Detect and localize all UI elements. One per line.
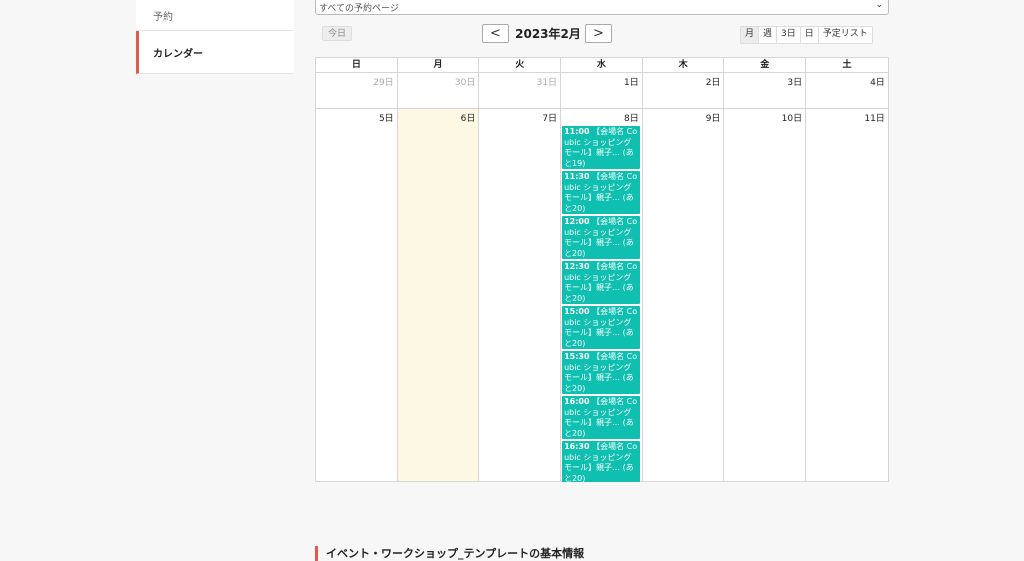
day-cell[interactable]: 8日 11:00 【会場名 Coubic ショッピングモール】親子… (あと19…	[561, 109, 643, 482]
weekday-sun: 日	[316, 58, 398, 72]
weekday-tue: 火	[479, 58, 562, 72]
chevron-right-icon: >	[593, 26, 604, 41]
event-time: 11:30	[564, 172, 590, 181]
event-time: 12:30	[564, 262, 590, 271]
day-cell-today[interactable]: 6日	[397, 109, 480, 481]
calendar-title: 2023年2月	[515, 27, 581, 41]
day-cell[interactable]: 5日	[316, 109, 398, 481]
view-week-button[interactable]: 週	[759, 27, 778, 43]
day-cell[interactable]: 10日	[724, 109, 807, 481]
calendar-toolbar: 今日 < 2023年2月 > 月 週 3日 日 予定リスト	[315, 24, 889, 44]
next-month-button[interactable]: >	[585, 24, 612, 43]
calendar-event[interactable]: 15:30 【会場名 Coubic ショッピングモール】親子… (あと20)	[562, 351, 641, 394]
sidebar-item-label: 予約	[153, 11, 173, 23]
day-number: 29日	[373, 78, 394, 88]
event-time: 15:30	[564, 352, 590, 361]
day-number: 2日	[705, 78, 721, 88]
weekday-wed: 水	[561, 58, 643, 72]
weekday-fri: 金	[724, 58, 807, 72]
day-cell[interactable]: 29日	[316, 73, 398, 108]
day-number: 31日	[536, 78, 558, 88]
calendar-event[interactable]: 12:00 【会場名 Coubic ショッピングモール】親子… (あと20)	[562, 216, 641, 259]
calendar-event[interactable]: 15:00 【会場名 Coubic ショッピングモール】親子… (あと20)	[562, 306, 641, 349]
day-number: 8日	[624, 114, 639, 124]
day-cell[interactable]: 4日	[806, 73, 888, 108]
day-number: 5日	[378, 114, 394, 124]
event-list: 11:00 【会場名 Coubic ショッピングモール】親子… (あと19) 1…	[562, 126, 641, 482]
view-month-button[interactable]: 月	[741, 27, 760, 43]
calendar-event[interactable]: 12:30 【会場名 Coubic ショッピングモール】親子… (あと20)	[562, 261, 641, 304]
weekday-sat: 土	[842, 60, 852, 70]
sidebar-item-calendar[interactable]: カレンダー	[136, 31, 294, 74]
day-cell[interactable]: 1日	[561, 73, 643, 108]
day-number: 10日	[781, 114, 803, 124]
weekday-thu: 木	[643, 58, 725, 72]
day-cell[interactable]: 11日	[806, 109, 888, 481]
day-number: 9日	[705, 114, 721, 124]
day-cell[interactable]: 30日	[398, 73, 480, 108]
chevron-down-icon: ⌄	[875, 0, 883, 10]
weekday-header: 日 月 火 水 木 金 土	[316, 58, 888, 72]
section-heading: イベント・ワークショップ_テンプレートの基本情報	[315, 546, 584, 561]
calendar-event[interactable]: 11:30 【会場名 Coubic ショッピングモール】親子… (あと20)	[562, 171, 641, 214]
event-time: 16:00	[564, 397, 590, 406]
weekday-mon: 月	[398, 58, 480, 72]
sidebar-item-reservation[interactable]: 予約	[136, 0, 294, 31]
day-number: 4日	[870, 78, 885, 88]
event-time: 12:00	[564, 217, 590, 226]
sidebar: 予約 カレンダー	[136, 0, 294, 74]
day-cell[interactable]: 7日	[479, 109, 562, 481]
calendar-event[interactable]: 16:00 【会場名 Coubic ショッピングモール】親子… (あと20)	[562, 396, 641, 439]
event-time: 11:00	[564, 127, 590, 136]
day-cell[interactable]: 2日	[643, 73, 725, 108]
view-day-button[interactable]: 日	[801, 27, 819, 43]
day-number: 7日	[542, 114, 558, 124]
day-number: 1日	[624, 78, 639, 88]
event-time: 15:00	[564, 307, 590, 316]
select-value: すべての予約ページ	[319, 4, 399, 14]
day-number: 6日	[460, 114, 476, 124]
view-list-button[interactable]: 予定リスト	[819, 27, 872, 43]
week-row: 5日 6日 7日 8日 11:00 【会場名 Coubic ショッピングモール】…	[316, 108, 888, 482]
sidebar-item-label: カレンダー	[153, 48, 203, 60]
view-switcher: 月 週 3日 日 予定リスト	[740, 26, 873, 44]
day-number: 30日	[454, 78, 476, 88]
day-cell[interactable]: 3日	[724, 73, 807, 108]
calendar-grid: 日 月 火 水 木 金 土 29日 30日 31日 1日 2日 3日 4日 5日…	[315, 57, 889, 482]
day-number: 3日	[787, 78, 803, 88]
chevron-left-icon: <	[490, 26, 501, 41]
day-cell[interactable]: 31日	[479, 73, 562, 108]
view-3day-button[interactable]: 3日	[777, 27, 801, 43]
week-row: 29日 30日 31日 1日 2日 3日 4日	[316, 72, 888, 108]
day-cell[interactable]: 9日	[643, 109, 725, 481]
prev-month-button[interactable]: <	[482, 24, 509, 43]
day-number: 11日	[864, 114, 885, 124]
reservation-page-select[interactable]: すべての予約ページ ⌄	[315, 0, 889, 15]
calendar-event[interactable]: 16:30 【会場名 Coubic ショッピングモール】親子… (あと20)	[562, 441, 641, 482]
event-time: 16:30	[564, 442, 590, 451]
today-button[interactable]: 今日	[322, 26, 352, 41]
calendar-event[interactable]: 11:00 【会場名 Coubic ショッピングモール】親子… (あと19)	[562, 126, 641, 169]
